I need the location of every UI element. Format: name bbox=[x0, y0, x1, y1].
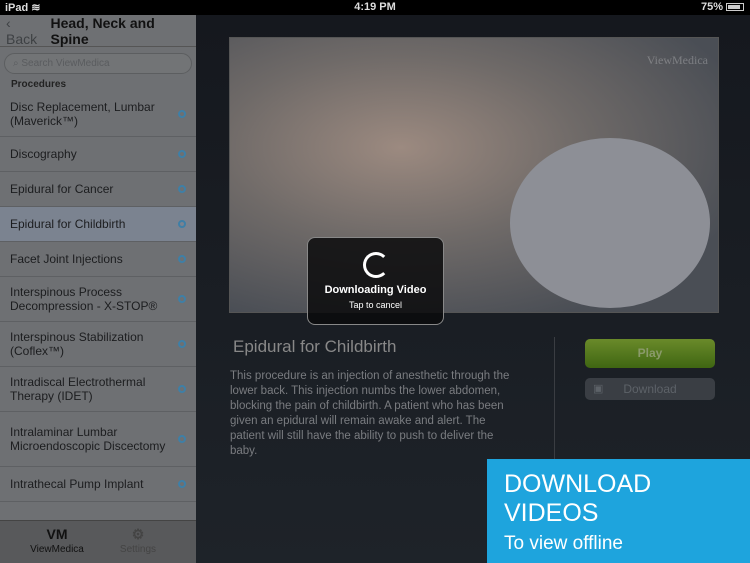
spinner-icon bbox=[362, 252, 389, 278]
list-item[interactable]: Intrathecal Pump Implant bbox=[0, 467, 196, 502]
divider bbox=[554, 337, 555, 462]
download-status-icon bbox=[178, 480, 186, 488]
item-label: Intradiscal Electrothermal Therapy (IDET… bbox=[10, 375, 146, 403]
download-folder-icon: ▣ bbox=[593, 383, 604, 395]
procedure-list: Disc Replacement, Lumbar (Maverick™) Disc… bbox=[0, 92, 196, 502]
item-label: Interspinous Stabilization (Coflex™) bbox=[10, 330, 144, 358]
download-status-icon bbox=[178, 185, 186, 193]
cancel-hint[interactable]: Tap to cancel bbox=[308, 300, 443, 310]
download-status-icon bbox=[178, 295, 186, 303]
promo-subline: To view offline bbox=[504, 533, 623, 554]
item-label: Epidural for Childbirth bbox=[10, 217, 126, 231]
play-button[interactable]: Play bbox=[585, 339, 715, 368]
list-item[interactable]: Intralaminar Lumbar Microendoscopic Disc… bbox=[0, 412, 196, 467]
download-status-icon bbox=[178, 255, 186, 263]
item-label: Intralaminar Lumbar Microendoscopic Disc… bbox=[10, 425, 166, 453]
download-status-icon bbox=[178, 220, 186, 228]
list-item[interactable]: Interspinous Process Decompression - X-S… bbox=[0, 277, 196, 322]
promo-headline: DOWNLOAD VIDEOS bbox=[504, 470, 652, 527]
search-icon: ⌕ bbox=[13, 58, 19, 69]
item-label: Interspinous Process Decompression - X-S… bbox=[10, 285, 158, 313]
list-item[interactable]: Epidural for Childbirth bbox=[0, 207, 196, 242]
photo-subject bbox=[510, 138, 710, 308]
download-button[interactable]: ▣ Download bbox=[585, 378, 715, 400]
back-label: Back bbox=[6, 30, 38, 47]
promo-banner: DOWNLOAD VIDEOS To view offline bbox=[487, 459, 750, 563]
status-bar: iPad ≋ 4:19 PM 75% bbox=[0, 0, 750, 15]
list-item[interactable]: Facet Joint Injections bbox=[0, 242, 196, 277]
tab-settings[interactable]: ⚙ Settings bbox=[103, 526, 173, 555]
video-thumbnail[interactable]: ViewMedica bbox=[229, 37, 719, 313]
clock: 4:19 PM bbox=[354, 1, 396, 13]
gear-icon: ⚙ bbox=[131, 526, 145, 542]
download-status-icon bbox=[178, 150, 186, 158]
item-label: Epidural for Cancer bbox=[10, 182, 114, 196]
search-placeholder: Search ViewMedica bbox=[21, 58, 110, 69]
item-label: Discography bbox=[10, 147, 77, 161]
watermark: ViewMedica bbox=[646, 53, 708, 67]
tab-label: ViewMedica bbox=[30, 544, 84, 555]
list-item[interactable]: Disc Replacement, Lumbar (Maverick™) bbox=[0, 92, 196, 137]
battery-percent: 75% bbox=[700, 1, 723, 13]
item-label: Disc Replacement, Lumbar (Maverick™) bbox=[10, 100, 155, 128]
download-status-icon bbox=[178, 340, 186, 348]
download-status-icon bbox=[178, 110, 186, 118]
battery: 75% bbox=[701, 1, 744, 13]
tab-viewmedica[interactable]: VM ViewMedica bbox=[22, 526, 92, 555]
list-item[interactable]: Epidural for Cancer bbox=[0, 172, 196, 207]
item-label: Intrathecal Pump Implant bbox=[10, 477, 144, 491]
list-item[interactable]: Discography bbox=[0, 137, 196, 172]
download-status-icon bbox=[178, 385, 186, 393]
list-item[interactable]: Interspinous Stabilization (Coflex™) bbox=[0, 322, 196, 367]
downloading-overlay[interactable]: Downloading Video Tap to cancel bbox=[307, 237, 444, 325]
item-label: Facet Joint Injections bbox=[10, 252, 123, 266]
tab-bar: VM ViewMedica ⚙ Settings bbox=[0, 520, 196, 563]
nav-bar: ‹ Back Head, Neck and Spine bbox=[0, 15, 196, 47]
nav-title: Head, Neck and Spine bbox=[50, 14, 155, 47]
section-header: Procedures bbox=[11, 79, 67, 90]
procedure-title: Epidural for Childbirth bbox=[233, 337, 397, 356]
back-button[interactable]: ‹ Back bbox=[6, 15, 45, 47]
download-label: Download bbox=[623, 382, 677, 396]
battery-icon bbox=[726, 3, 744, 11]
download-status-icon bbox=[178, 435, 186, 443]
sidebar: ‹ Back Head, Neck and Spine ⌕ Search Vie… bbox=[0, 15, 196, 563]
overlay-title: Downloading Video bbox=[324, 284, 427, 296]
search-input[interactable]: ⌕ Search ViewMedica bbox=[4, 53, 192, 74]
viewmedica-logo-icon: VM bbox=[46, 526, 68, 542]
tab-label: Settings bbox=[119, 544, 157, 555]
procedure-description: This procedure is an injection of anesth… bbox=[230, 370, 510, 457]
list-item[interactable]: Intradiscal Electrothermal Therapy (IDET… bbox=[0, 367, 196, 412]
